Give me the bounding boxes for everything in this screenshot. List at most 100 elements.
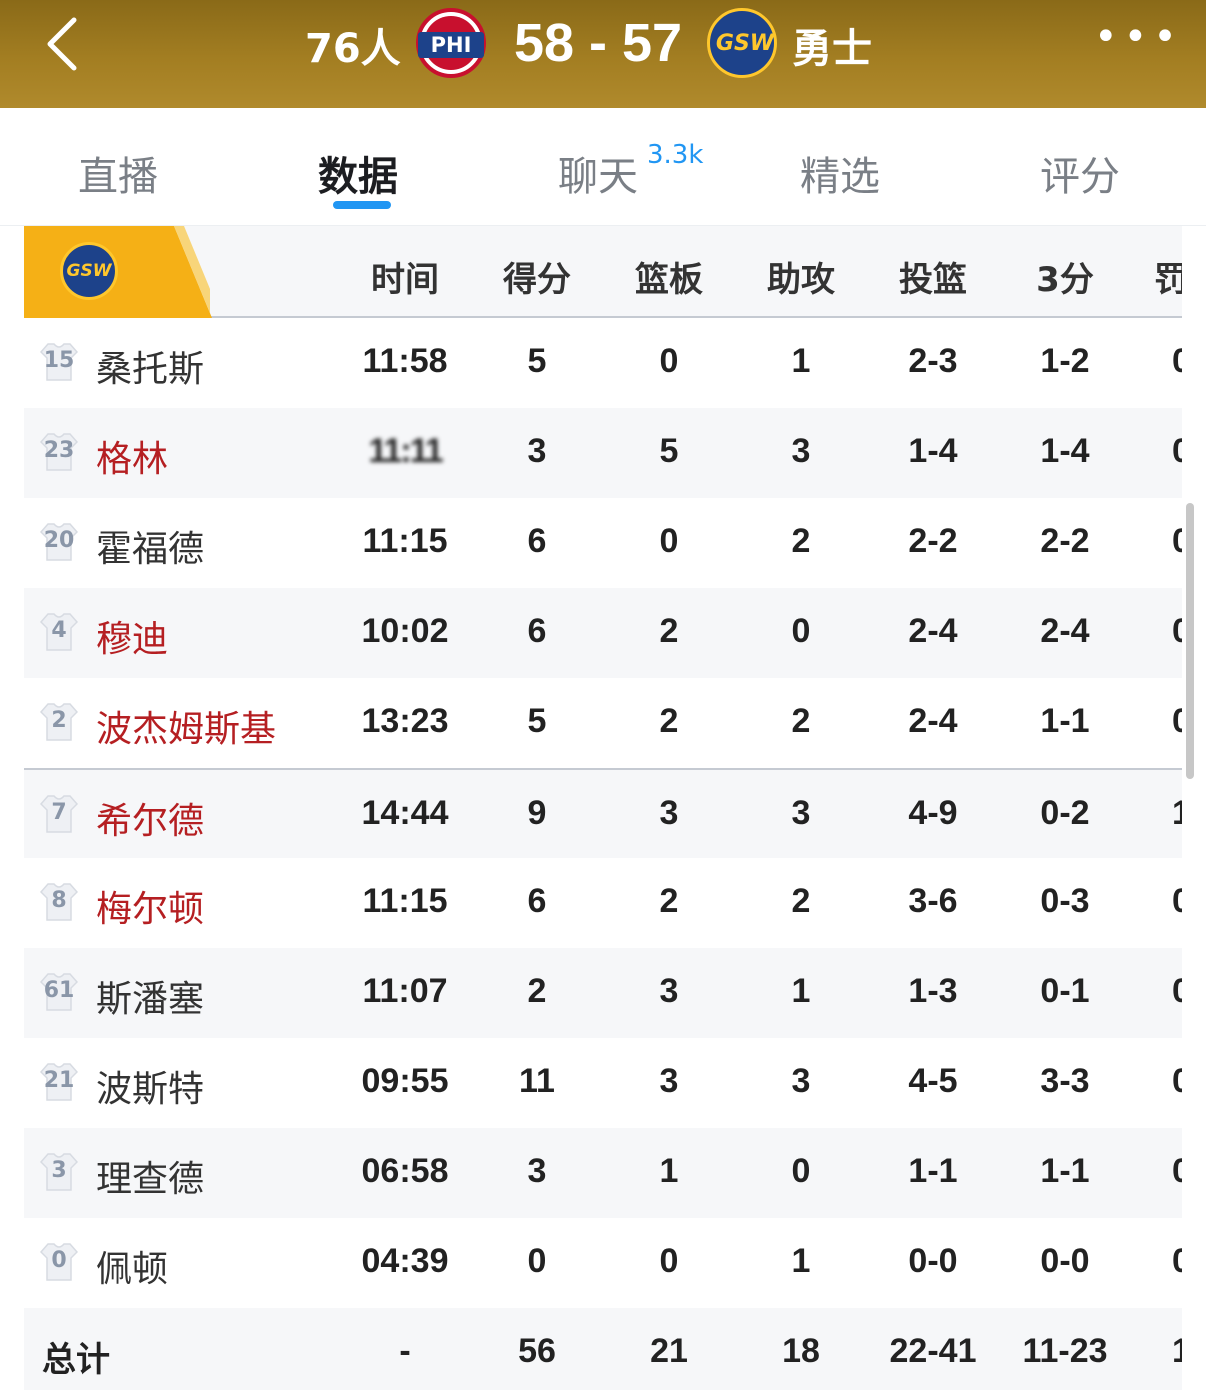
- cell-field-goals: 4-9: [908, 794, 958, 832]
- player-name[interactable]: 佩顿: [96, 1240, 168, 1292]
- table-row[interactable]: 4 穆迪 10:02 6 2 0 2-4 2-4 0: [24, 588, 1182, 678]
- player-name[interactable]: 斯潘塞: [96, 970, 204, 1022]
- phi-team-logo[interactable]: PHI: [416, 8, 486, 78]
- cell-rebounds: 5: [659, 432, 679, 470]
- col-three-pointers[interactable]: 3分: [1002, 252, 1128, 301]
- cell-field-goals: 1-3: [908, 972, 958, 1010]
- total-minutes: -: [399, 1332, 411, 1370]
- player-name[interactable]: 格林: [96, 430, 168, 482]
- player-name[interactable]: 希尔德: [96, 792, 204, 844]
- cell-rebounds: 0: [659, 342, 679, 380]
- cell-rebounds: 2: [659, 612, 679, 650]
- cell-three-pointers: 2-4: [1040, 612, 1090, 650]
- table-header: GSW 时间 得分 篮板 助攻 投篮 3分 罚: [24, 226, 1182, 318]
- cell-minutes: 13:23: [361, 702, 449, 740]
- col-assists[interactable]: 助攻: [738, 252, 864, 301]
- col-rebounds[interactable]: 篮板: [606, 252, 732, 301]
- home-team-name[interactable]: 76人: [305, 16, 401, 74]
- player-name[interactable]: 桑托斯: [96, 340, 204, 392]
- table-row[interactable]: 7 希尔德 14:44 9 3 3 4-9 0-2 1: [24, 768, 1182, 858]
- totals-row: 总计 - 56 21 18 22-41 11-23 1: [24, 1308, 1182, 1390]
- player-name[interactable]: 波斯特: [96, 1060, 204, 1112]
- player-name[interactable]: 霍福德: [96, 520, 204, 572]
- cell-field-goals: 4-5: [908, 1062, 958, 1100]
- chat-count-badge: 3.3k: [647, 140, 704, 170]
- cell-points: 3: [527, 1152, 547, 1190]
- tab-ratings[interactable]: 评分: [1040, 144, 1120, 202]
- cell-minutes: 11:07: [362, 972, 448, 1010]
- more-options-button[interactable]: •••: [1094, 17, 1177, 62]
- gsw-team-logo[interactable]: GSW: [707, 8, 777, 78]
- jersey-icon: 20: [40, 522, 78, 562]
- tab-bar: 直播 数据 聊天 3.3k 精选 评分: [0, 108, 1206, 226]
- player-name[interactable]: 穆迪: [96, 610, 168, 662]
- table-row[interactable]: 3 理查德 06:58 3 1 0 1-1 1-1 0: [24, 1128, 1182, 1218]
- table-row[interactable]: 23 格林 11:11 3 5 3 1-4 1-4 0: [24, 408, 1182, 498]
- player-name[interactable]: 理查德: [96, 1150, 204, 1202]
- jersey-icon: 3: [40, 1152, 78, 1192]
- cell-rebounds: 0: [659, 522, 679, 560]
- cell-minutes: 04:39: [361, 1242, 449, 1280]
- tab-highlights[interactable]: 精选: [800, 144, 880, 202]
- tab-chat[interactable]: 聊天: [558, 144, 638, 202]
- total-assists: 18: [782, 1332, 820, 1370]
- cell-points: 0: [527, 1242, 547, 1280]
- player-name[interactable]: 波杰姆斯基: [96, 700, 276, 752]
- cell-assists: 2: [791, 882, 811, 920]
- col-field-goals[interactable]: 投篮: [870, 252, 996, 301]
- cell-minutes: 11:58: [362, 342, 448, 380]
- total-points: 56: [518, 1332, 556, 1370]
- cell-field-goals: 2-4: [908, 612, 958, 650]
- table-row[interactable]: 2 波杰姆斯基 13:23 5 2 2 2-4 1-1 0: [24, 678, 1182, 768]
- col-minutes[interactable]: 时间: [342, 252, 468, 301]
- jersey-icon: 23: [40, 432, 78, 472]
- tab-live[interactable]: 直播: [78, 144, 158, 202]
- cell-free-throws: 0: [1172, 1242, 1182, 1280]
- away-team-name[interactable]: 勇士: [792, 16, 872, 74]
- jersey-number: 23: [43, 438, 75, 463]
- cell-three-pointers: 3-3: [1040, 1062, 1090, 1100]
- banner-logo-text: GSW: [66, 261, 112, 281]
- jersey-icon: 8: [40, 882, 78, 922]
- player-stats-table[interactable]: GSW 时间 得分 篮板 助攻 投篮 3分 罚 15 桑托斯 11:58 5 0 1 2 - 3…: [24, 226, 1182, 1390]
- cell-three-pointers: 0-0: [1040, 1242, 1090, 1280]
- jersey-number: 61: [43, 978, 75, 1003]
- cell-three-pointers: 0-3: [1040, 882, 1090, 920]
- back-button[interactable]: [38, 14, 98, 74]
- cell-free-throws: 0: [1172, 702, 1182, 740]
- table-row[interactable]: 20 霍福德 11:15 6 0 2 2-2 2-2 0: [24, 498, 1182, 588]
- cell-free-throws: 0: [1172, 1152, 1182, 1190]
- total-field-goals: 22-41: [889, 1332, 977, 1370]
- cell-assists: 3: [791, 1062, 811, 1100]
- gsw-logo-text: GSW: [715, 31, 775, 56]
- table-row[interactable]: 21 波斯特 09:55 11 3 3 4-5 3-3 0: [24, 1038, 1182, 1128]
- cell-assists: 1: [791, 972, 811, 1010]
- table-row[interactable]: 61 斯潘塞 11:07 2 3 1 1-3 0-1 0: [24, 948, 1182, 1038]
- scrollbar[interactable]: [1186, 503, 1194, 779]
- cell-minutes: 10:02: [361, 612, 449, 650]
- table-row[interactable]: 8 梅尔顿 11:15 6 2 2 3-6 0-3 0: [24, 858, 1182, 948]
- col-free-throws[interactable]: 罚: [1154, 252, 1182, 301]
- cell-three-pointers: 1-1: [1040, 702, 1090, 740]
- table-row[interactable]: 15 桑托斯 11:58 5 0 1 2-3 1-2 0: [24, 318, 1182, 408]
- jersey-number: 7: [51, 800, 67, 825]
- cell-minutes: 06:58: [361, 1152, 449, 1190]
- phi-logo-text: PHI: [418, 32, 484, 58]
- col-points[interactable]: 得分: [474, 252, 600, 301]
- jersey-icon: 2: [40, 702, 78, 742]
- cell-minutes: 11:11: [368, 432, 443, 470]
- table-row[interactable]: 0 佩顿 04:39 0 0 1 0-0 0-0 0: [24, 1218, 1182, 1308]
- cell-minutes: 11:15: [362, 882, 448, 920]
- cell-free-throws: 0: [1172, 882, 1182, 920]
- cell-points: 11: [519, 1062, 555, 1100]
- active-tab-indicator: [333, 201, 391, 209]
- jersey-number: 21: [43, 1068, 75, 1093]
- gsw-banner-logo[interactable]: GSW: [60, 242, 118, 300]
- tab-stats[interactable]: 数据: [318, 144, 398, 202]
- cell-free-throws: 0: [1172, 612, 1182, 650]
- cell-field-goals: 1-1: [908, 1152, 958, 1190]
- player-name[interactable]: 梅尔顿: [96, 880, 204, 932]
- cell-three-pointers: 0-1: [1040, 972, 1090, 1010]
- cell-rebounds: 2: [659, 882, 679, 920]
- jersey-number: 15: [43, 348, 75, 373]
